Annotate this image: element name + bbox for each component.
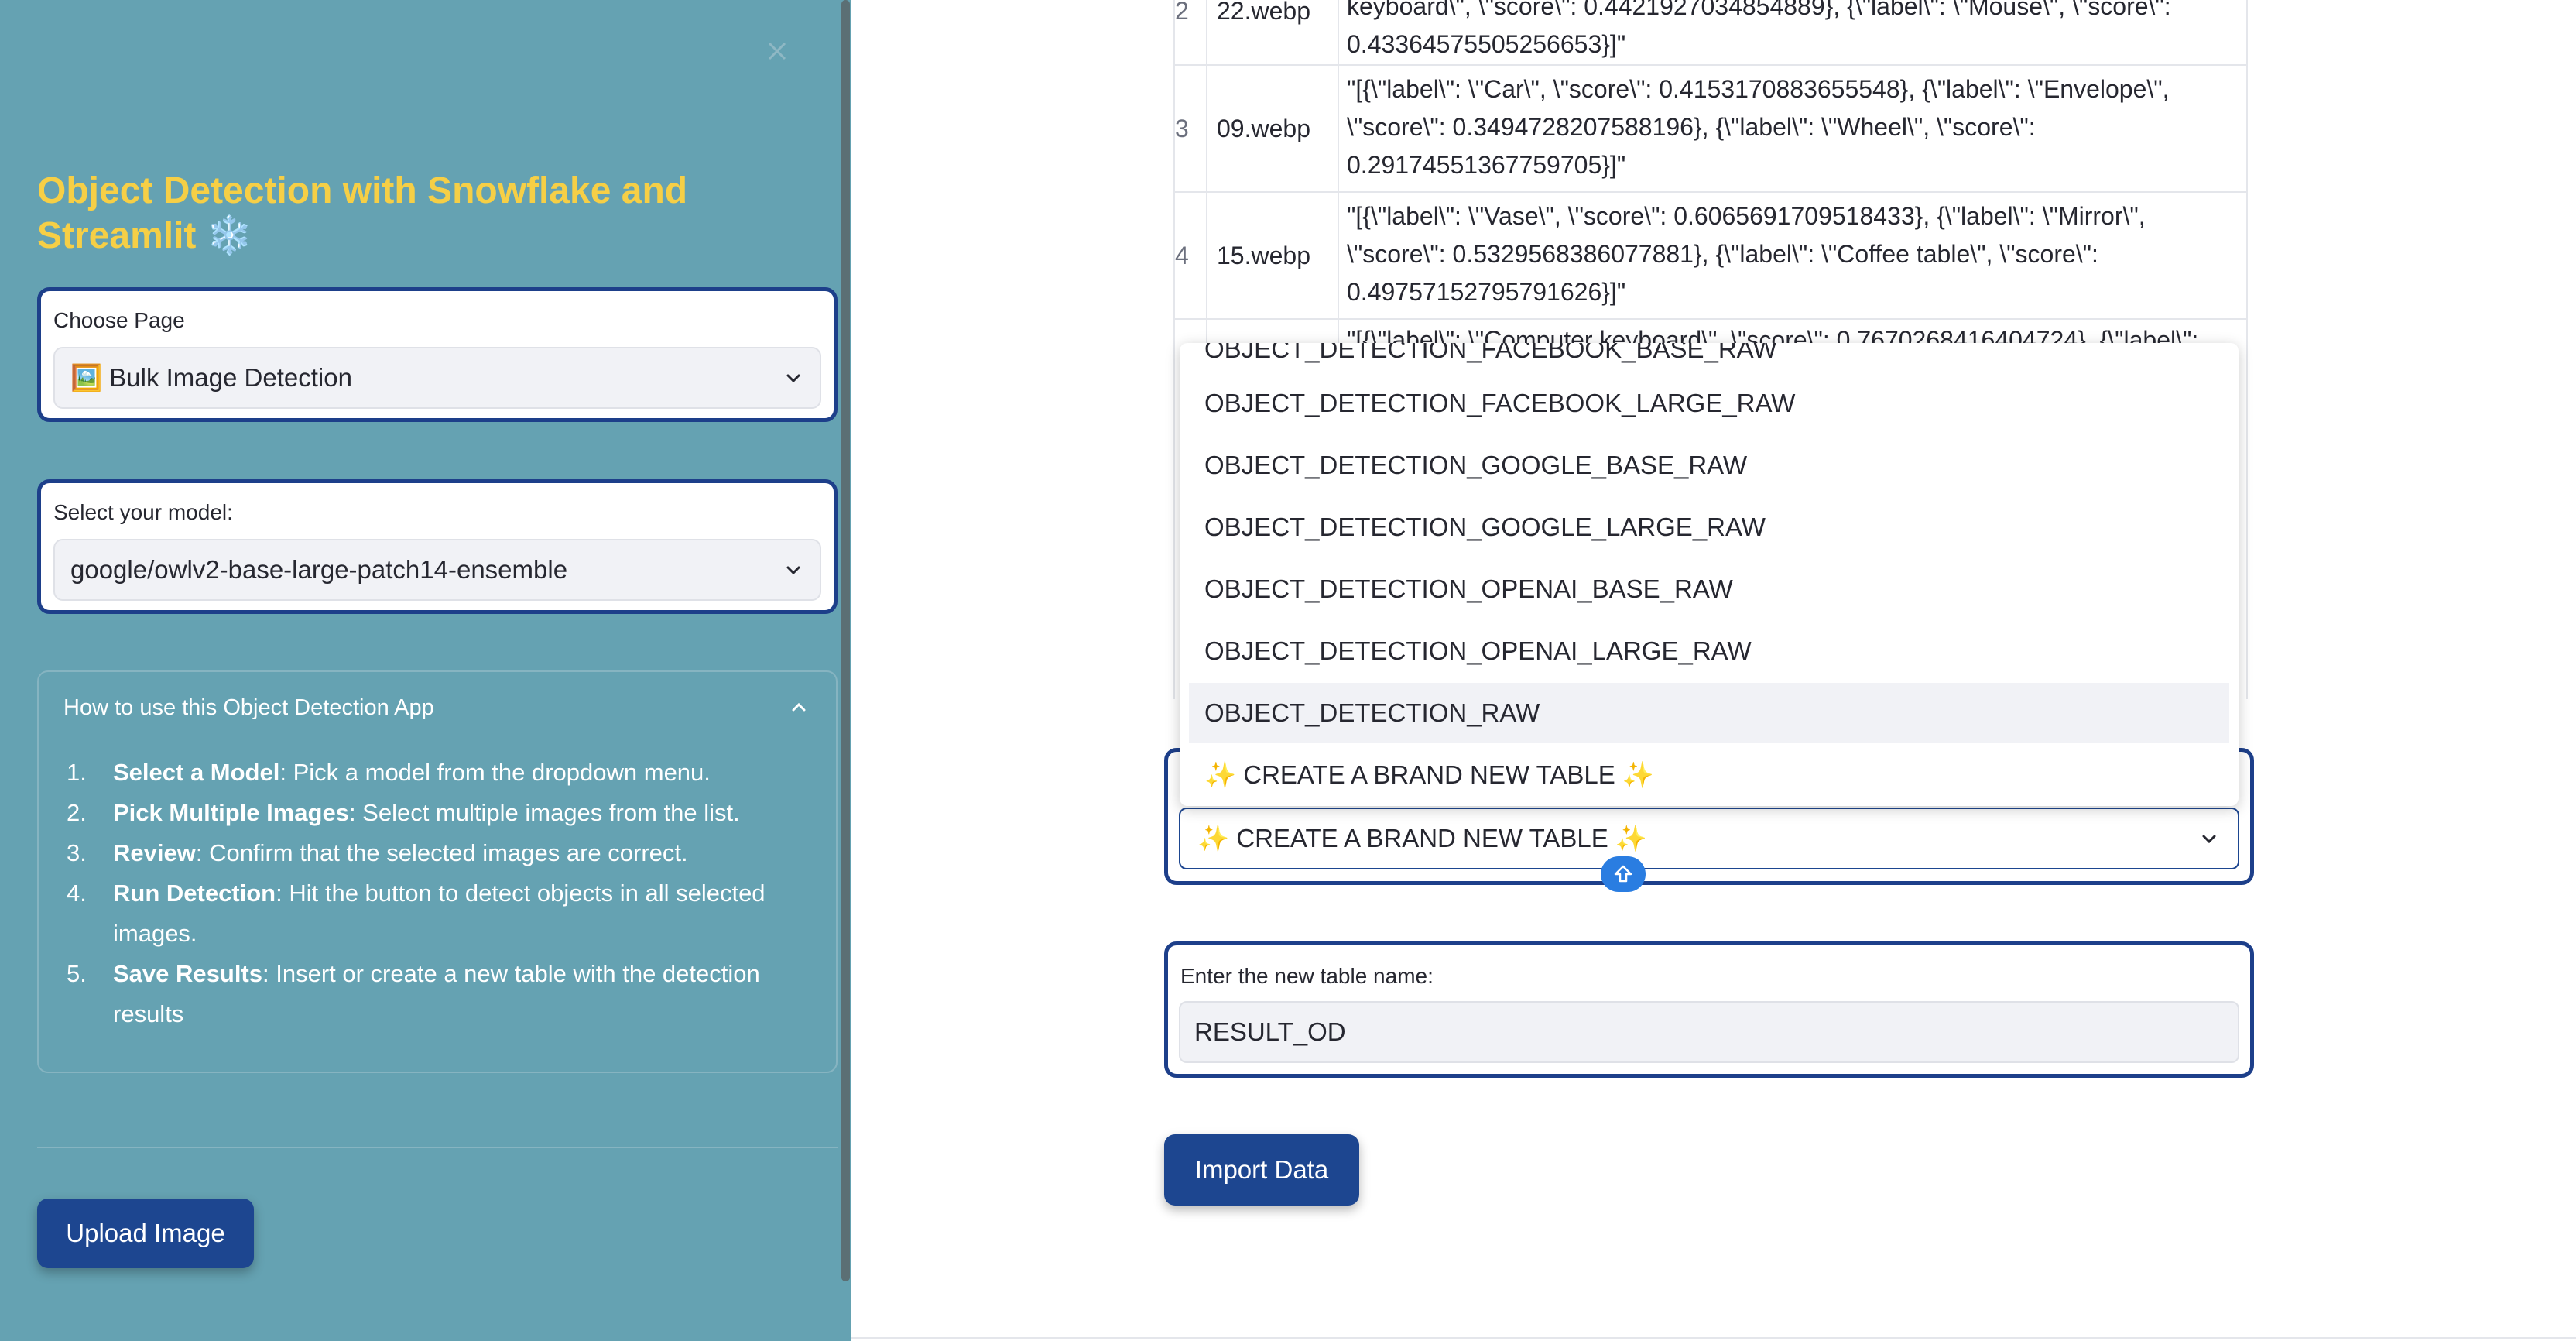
sidebar-divider: [37, 1147, 838, 1148]
row-filename: 15.webp: [1208, 193, 1339, 318]
howto-step: 1. Select a Model: Pick a model from the …: [67, 759, 711, 786]
howto-step: 5. Save Results: Insert or create a new t…: [67, 960, 760, 1027]
howto-step: 2. Pick Multiple Images: Select multiple …: [67, 799, 740, 826]
dropdown-option[interactable]: OBJECT_DETECTION_FACEBOOK_LARGE_RAW: [1189, 373, 2229, 434]
dropdown-option[interactable]: OBJECT_DETECTION_FACEBOOK_BASE_RAW: [1189, 343, 2229, 372]
dropdown-option[interactable]: OBJECT_DETECTION_OPENAI_LARGE_RAW: [1189, 621, 2229, 681]
row-filename: 22.webp: [1208, 0, 1339, 64]
dropdown-option[interactable]: ✨ CREATE A BRAND NEW TABLE ✨: [1189, 745, 2229, 805]
sidebar: Object Detection with Snowflake and Stre…: [0, 0, 851, 1341]
model-select-panel: Select your model: google/owlv2-base-lar…: [37, 479, 838, 614]
sidebar-scrollbar[interactable]: [841, 0, 850, 1281]
table-row: 4 15.webp "[{\"label\": \"Vase\", \"scor…: [1175, 193, 2246, 320]
table-select-value: ✨ CREATE A BRAND NEW TABLE ✨: [1197, 823, 1647, 852]
chevron-up-icon[interactable]: [788, 697, 810, 719]
howto-expander: How to use this Object Detection App 1. S…: [37, 670, 838, 1073]
upload-image-button[interactable]: Upload Image: [37, 1199, 254, 1268]
close-icon[interactable]: [762, 36, 793, 67]
howto-title[interactable]: How to use this Object Detection App: [63, 695, 434, 721]
page-select[interactable]: 🖼️ Bulk Image Detection: [53, 347, 821, 409]
table-dropdown-menu: OBJECT_DETECTION_FACEBOOK_BASE_RAW OBJEC…: [1180, 343, 2239, 806]
new-table-panel: Enter the new table name: RESULT_OD: [1164, 941, 2254, 1078]
model-select-label: Select your model:: [53, 500, 233, 524]
new-table-input[interactable]: RESULT_OD: [1179, 1001, 2239, 1063]
row-index: 3: [1175, 66, 1208, 191]
model-select-value: google/owlv2-base-large-patch14-ensemble: [70, 555, 568, 584]
row-value: keyboard\", \"score\": 0.442192703485488…: [1347, 0, 2171, 58]
page-select-value: 🖼️ Bulk Image Detection: [70, 362, 352, 392]
chevron-down-icon: [2202, 835, 2216, 844]
table-row: 3 09.webp "[{\"label\": \"Car\", \"score…: [1175, 66, 2246, 193]
model-select[interactable]: google/owlv2-base-large-patch14-ensemble: [53, 539, 821, 601]
howto-steps: 1. Select a Model: Pick a model from the …: [67, 753, 810, 1034]
row-index: 2: [1175, 0, 1208, 64]
dropdown-option-highlighted[interactable]: OBJECT_DETECTION_RAW: [1189, 683, 2229, 743]
table-select[interactable]: ✨ CREATE A BRAND NEW TABLE ✨: [1179, 808, 2239, 869]
row-filename: 09.webp: [1208, 66, 1339, 191]
app-title: Object Detection with Snowflake and Stre…: [37, 170, 688, 256]
row-value: "[{\"label\": \"Car\", \"score\": 0.4153…: [1347, 75, 2170, 179]
row-index: 4: [1175, 193, 1208, 318]
howto-step: 4. Run Detection: Hit the button to detec…: [67, 880, 766, 947]
chevron-down-icon: [786, 566, 800, 575]
dropdown-option[interactable]: OBJECT_DETECTION_GOOGLE_LARGE_RAW: [1189, 497, 2229, 557]
page-select-label: Choose Page: [53, 308, 185, 332]
new-table-label: Enter the new table name:: [1180, 964, 1434, 988]
dropdown-option[interactable]: OBJECT_DETECTION_GOOGLE_BASE_RAW: [1189, 435, 2229, 496]
row-value: "[{\"label\": \"Vase\", \"score\": 0.606…: [1347, 202, 2146, 306]
dropdown-option[interactable]: OBJECT_DETECTION_OPENAI_BASE_RAW: [1189, 559, 2229, 619]
import-data-button[interactable]: Import Data: [1164, 1134, 1359, 1206]
chevron-down-icon: [786, 374, 800, 383]
table-row: 2 22.webp keyboard\", \"score\": 0.44219…: [1175, 0, 2246, 66]
page-select-panel: Choose Page 🖼️ Bulk Image Detection: [37, 287, 838, 422]
howto-step: 3. Review: Confirm that the selected imag…: [67, 839, 688, 866]
footer-divider: [851, 1337, 2576, 1339]
drag-handle-icon[interactable]: [1601, 856, 1646, 892]
